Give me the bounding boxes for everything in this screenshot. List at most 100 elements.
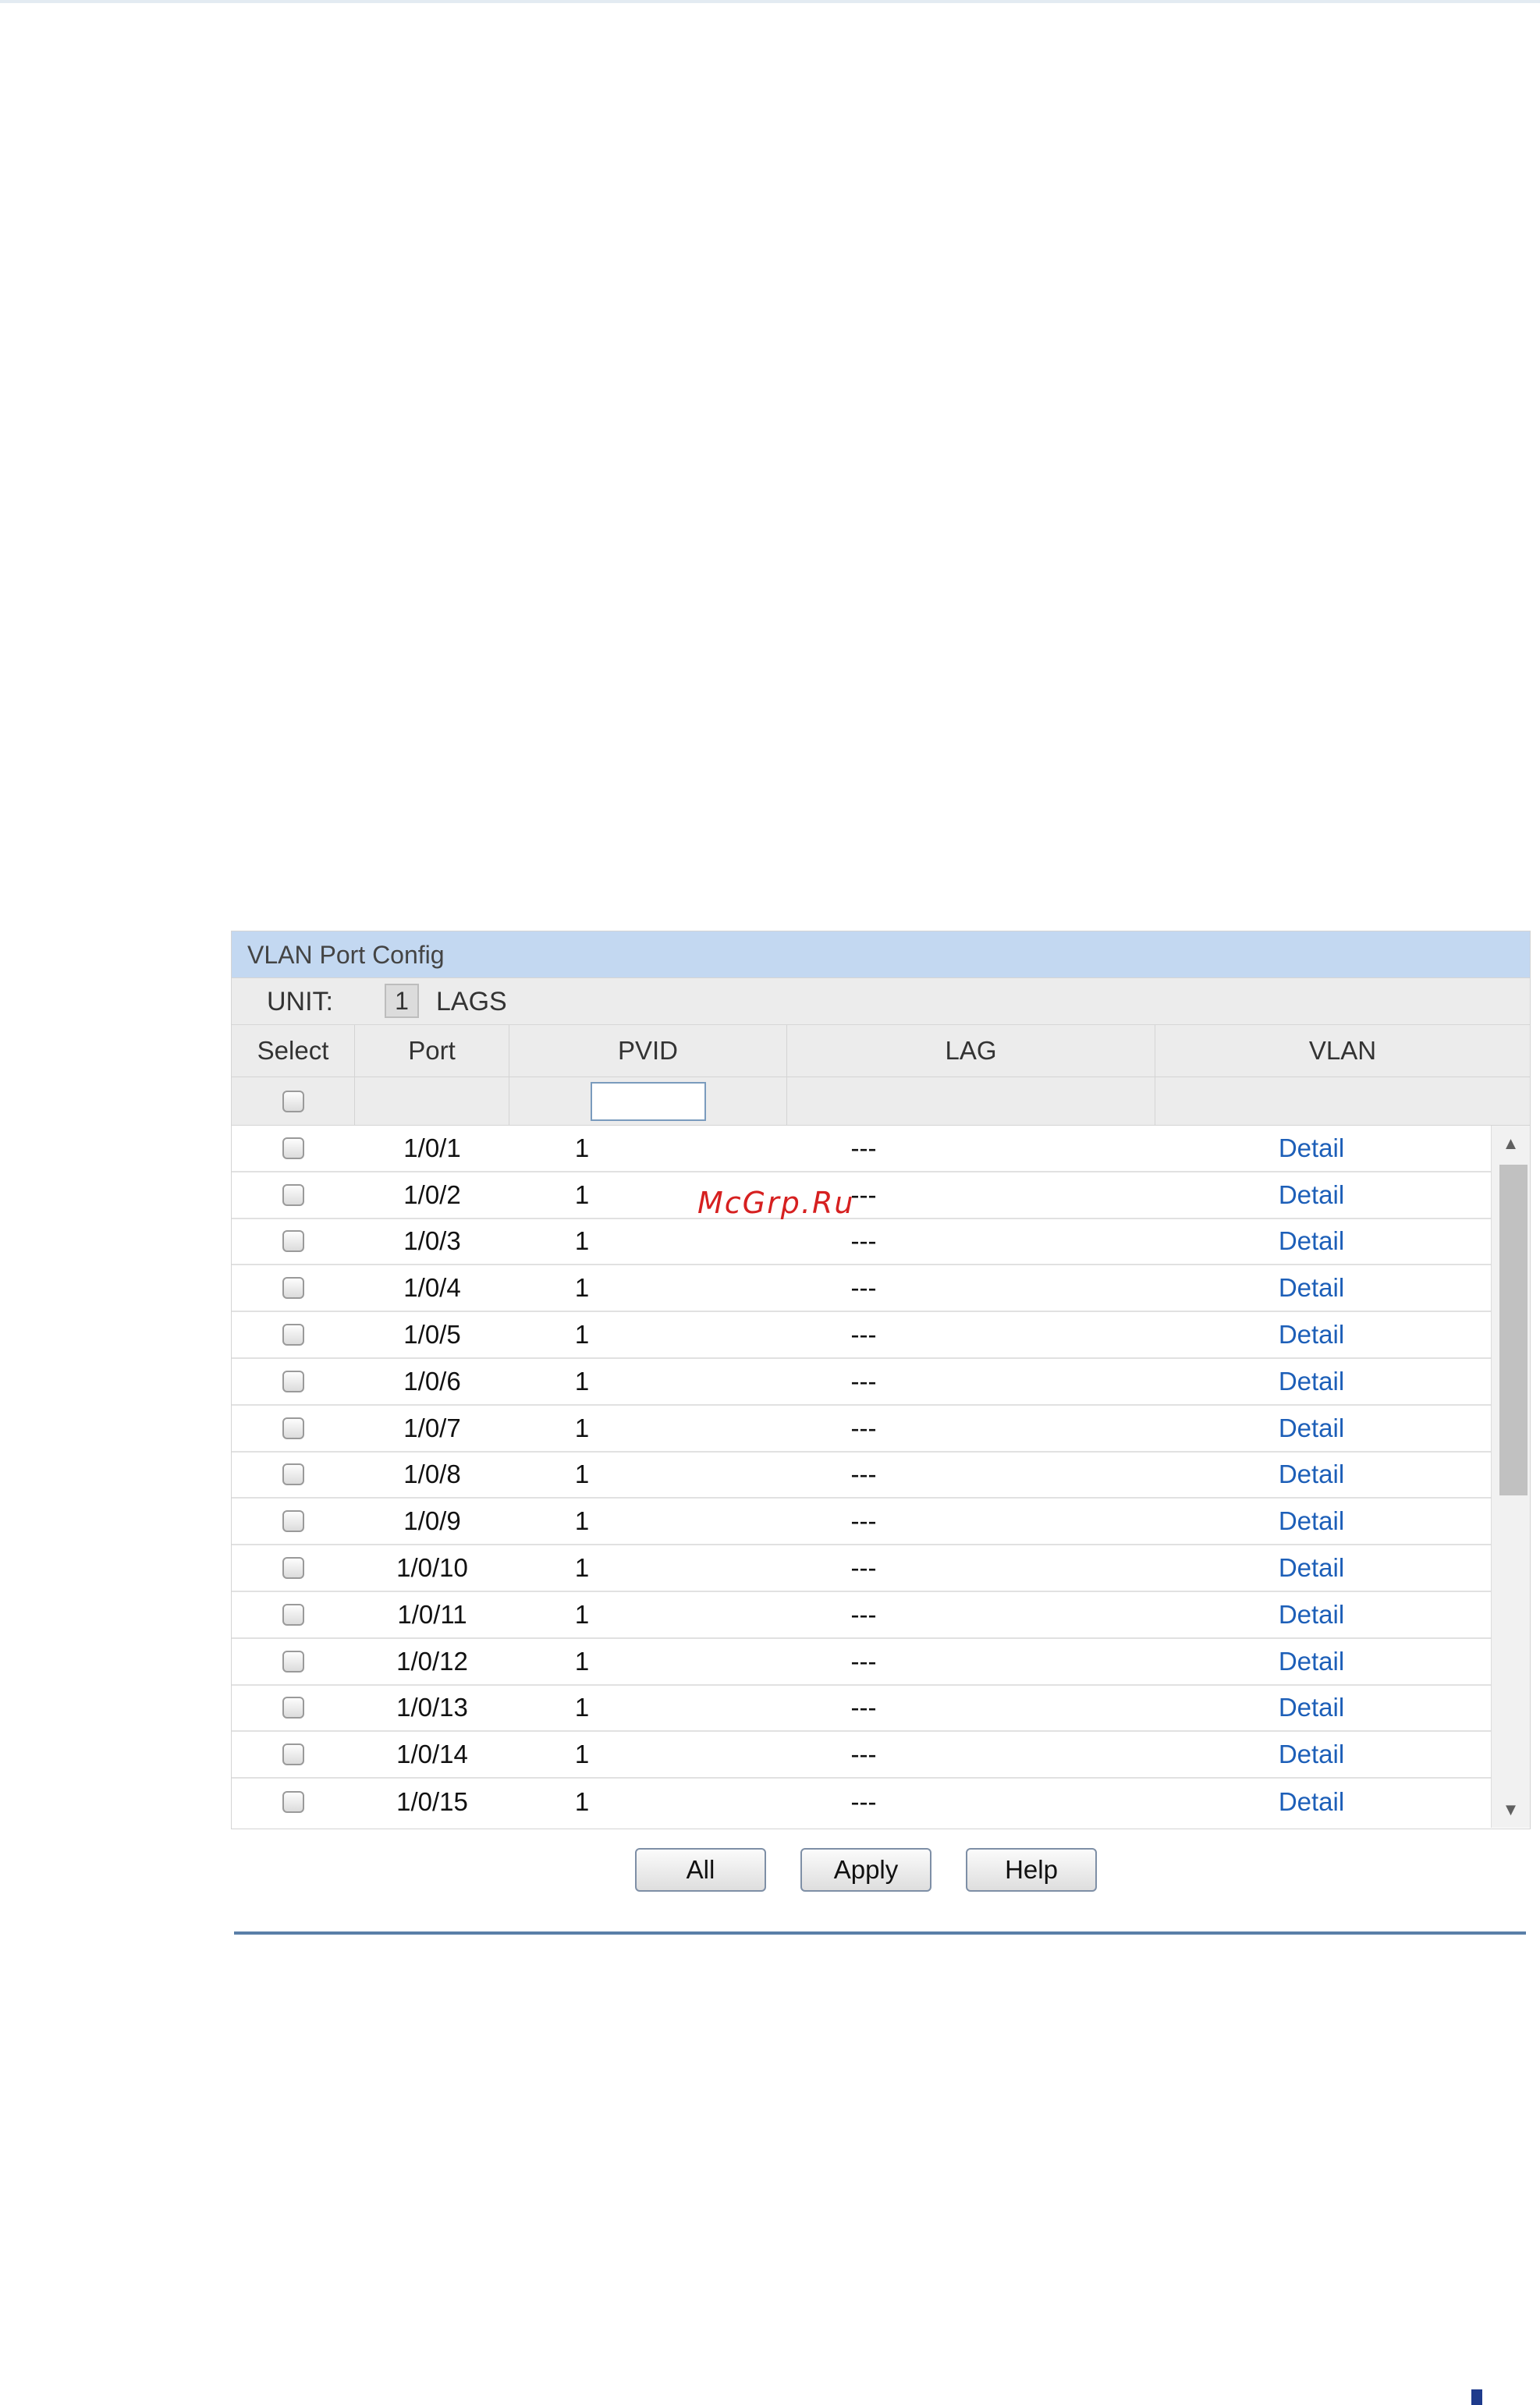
row-port: 1/0/9 [403, 1506, 461, 1536]
row-checkbox[interactable] [282, 1463, 304, 1486]
row-vlan-detail-link[interactable]: Detail [1279, 1600, 1344, 1630]
help-button[interactable]: Help [966, 1848, 1097, 1892]
row-pvid: 1 [574, 1740, 590, 1769]
row-pvid: 1 [574, 1226, 590, 1256]
row-port: 1/0/13 [396, 1693, 468, 1722]
table-row: 1/0/8 1 --- Detail [232, 1453, 1491, 1499]
row-vlan-detail-link[interactable]: Detail [1279, 1414, 1344, 1443]
corner-mark [1471, 2389, 1482, 2405]
row-select-cell [232, 1499, 355, 1544]
select-all-checkbox[interactable] [282, 1090, 304, 1112]
filter-lag-cell [787, 1077, 1155, 1125]
row-vlan-detail-link[interactable]: Detail [1279, 1367, 1344, 1396]
all-button[interactable]: All [635, 1848, 766, 1892]
filter-pvid-cell [509, 1077, 787, 1125]
row-lag: --- [850, 1599, 877, 1629]
unit-label: UNIT: [267, 987, 333, 1016]
row-port: 1/0/2 [403, 1179, 461, 1209]
header-select: Select [232, 1025, 355, 1077]
row-checkbox[interactable] [282, 1557, 304, 1580]
row-checkbox[interactable] [282, 1137, 304, 1159]
row-port: 1/0/6 [403, 1366, 461, 1396]
panel-title: VLAN Port Config [232, 931, 1530, 978]
row-checkbox[interactable] [282, 1743, 304, 1766]
table-row: 1/0/9 1 --- Detail [232, 1499, 1491, 1546]
row-vlan-detail-link[interactable]: Detail [1279, 1320, 1344, 1350]
row-vlan-detail-link[interactable]: Detail [1279, 1460, 1344, 1489]
row-vlan-detail-link[interactable]: Detail [1279, 1553, 1344, 1583]
row-vlan-detail-link[interactable]: Detail [1279, 1506, 1344, 1536]
row-lag: --- [850, 1366, 877, 1396]
row-lag: --- [850, 1506, 877, 1536]
scrollbar-thumb[interactable] [1499, 1165, 1528, 1495]
row-checkbox[interactable] [282, 1603, 304, 1626]
table-scrollbar[interactable]: ▲ ▼ [1491, 1126, 1530, 1828]
pvid-input[interactable] [590, 1081, 706, 1121]
row-checkbox[interactable] [282, 1277, 304, 1300]
header-pvid: PVID [509, 1025, 787, 1077]
row-lag: --- [850, 1320, 877, 1350]
apply-button[interactable]: Apply [800, 1848, 931, 1892]
row-pvid: 1 [574, 1506, 590, 1536]
vlan-port-config-panel: VLAN Port Config UNIT: 1 LAGS Select Por… [231, 931, 1531, 1829]
row-vlan-detail-link[interactable]: Detail [1279, 1180, 1344, 1210]
scroll-down-arrow-icon[interactable]: ▼ [1492, 1792, 1530, 1828]
row-vlan-detail-link[interactable]: Detail [1279, 1693, 1344, 1722]
row-select-cell [232, 1312, 355, 1357]
row-lag: --- [850, 1553, 877, 1583]
row-checkbox[interactable] [282, 1324, 304, 1346]
row-pvid: 1 [574, 1787, 590, 1817]
row-vlan-detail-link[interactable]: Detail [1279, 1226, 1344, 1256]
row-pvid: 1 [574, 1366, 590, 1396]
row-lag: --- [850, 1740, 877, 1769]
row-pvid: 1 [574, 1646, 590, 1676]
row-select-cell [232, 1219, 355, 1265]
row-pvid: 1 [574, 1460, 590, 1489]
row-select-cell [232, 1732, 355, 1777]
row-checkbox[interactable] [282, 1183, 304, 1206]
row-checkbox[interactable] [282, 1230, 304, 1253]
row-checkbox[interactable] [282, 1650, 304, 1673]
row-select-cell [232, 1686, 355, 1731]
row-pvid: 1 [574, 1599, 590, 1629]
row-port: 1/0/11 [397, 1599, 467, 1629]
row-port: 1/0/1 [403, 1133, 461, 1162]
row-vlan-detail-link[interactable]: Detail [1279, 1647, 1344, 1676]
row-checkbox[interactable] [282, 1370, 304, 1392]
header-vlan: VLAN [1308, 1036, 1377, 1065]
row-port: 1/0/3 [403, 1226, 461, 1256]
table-row: 1/0/13 1 --- Detail [232, 1686, 1491, 1733]
table-row: 1/0/10 1 --- Detail [232, 1545, 1491, 1592]
table-row: 1/0/1 1 --- Detail [232, 1126, 1491, 1172]
row-lag: --- [850, 1646, 877, 1676]
row-pvid: 1 [574, 1553, 590, 1583]
table-row: 1/0/11 1 --- Detail [232, 1592, 1491, 1639]
row-lag: --- [850, 1133, 877, 1162]
table-row: 1/0/5 1 --- Detail [232, 1312, 1491, 1359]
table-row: 1/0/14 1 --- Detail [232, 1732, 1491, 1779]
bottom-rule [234, 1931, 1526, 1935]
row-checkbox[interactable] [282, 1417, 304, 1439]
row-checkbox[interactable] [282, 1791, 304, 1814]
unit-1-button[interactable]: 1 [385, 984, 419, 1018]
row-select-cell [232, 1592, 355, 1637]
row-vlan-detail-link[interactable]: Detail [1279, 1133, 1344, 1163]
table-row: 1/0/12 1 --- Detail [232, 1639, 1491, 1686]
scroll-up-arrow-icon[interactable]: ▲ [1492, 1126, 1530, 1162]
table-row: 1/0/3 1 --- Detail [232, 1219, 1491, 1266]
header-port: Port [355, 1025, 509, 1077]
row-checkbox[interactable] [282, 1697, 304, 1719]
row-pvid: 1 [574, 1273, 590, 1303]
table-row: 1/0/4 1 --- Detail [232, 1265, 1491, 1313]
row-port: 1/0/15 [396, 1787, 468, 1817]
row-vlan-detail-link[interactable]: Detail [1279, 1787, 1344, 1817]
row-select-cell [232, 1126, 355, 1171]
row-select-cell [232, 1265, 355, 1311]
lags-link[interactable]: LAGS [436, 986, 507, 1017]
row-select-cell [232, 1545, 355, 1591]
filter-vlan-cell [1155, 1077, 1530, 1125]
top-rule [0, 0, 1540, 3]
row-checkbox[interactable] [282, 1510, 304, 1533]
row-vlan-detail-link[interactable]: Detail [1279, 1740, 1344, 1769]
row-vlan-detail-link[interactable]: Detail [1279, 1273, 1344, 1303]
